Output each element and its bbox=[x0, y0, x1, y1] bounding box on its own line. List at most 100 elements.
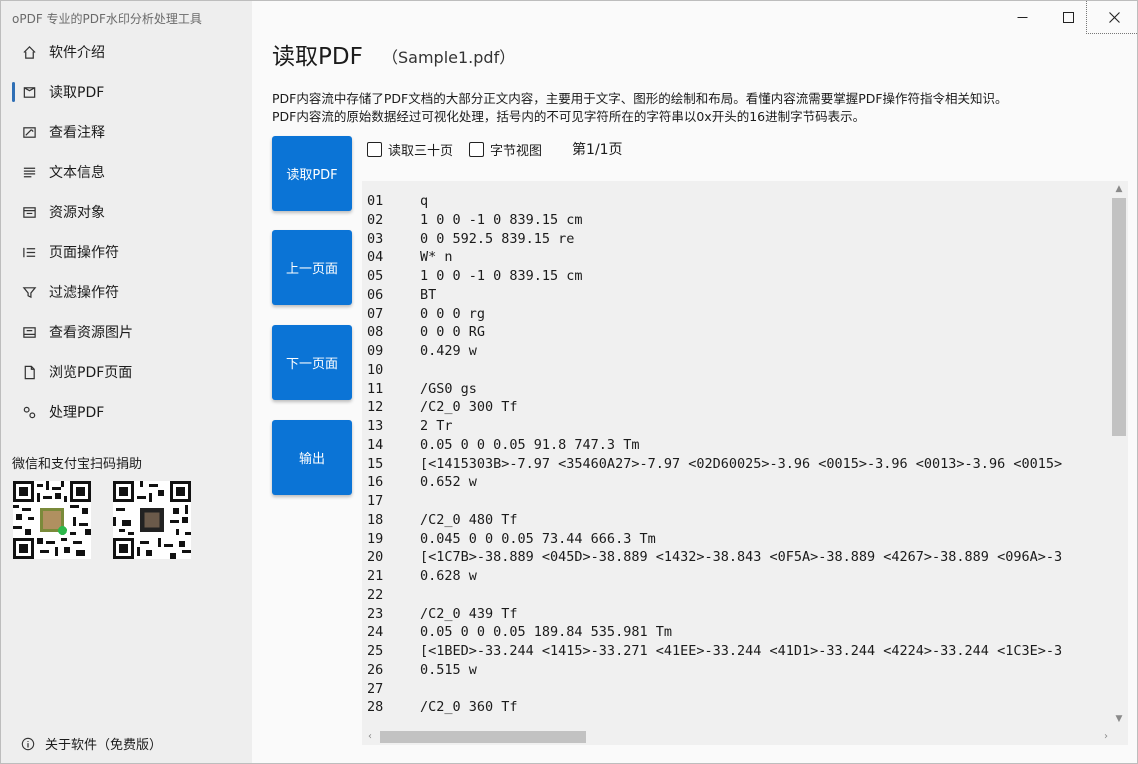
vertical-scrollbar[interactable]: ▲ ▼ bbox=[1110, 181, 1128, 727]
line-number: 19 bbox=[367, 530, 384, 547]
alipay-qr-code bbox=[113, 481, 191, 559]
prev-page-button[interactable]: 上一页面 bbox=[272, 230, 352, 305]
gear-icon bbox=[21, 404, 37, 420]
app-window: oPDF 专业的PDF水印分析处理工具 软件介绍 读取PDF 查看注释 文本信息… bbox=[0, 0, 1138, 764]
line-number: 21 bbox=[367, 568, 384, 584]
line-number: 01 bbox=[367, 193, 384, 209]
code-line: 01 q bbox=[367, 192, 1109, 211]
sidebar-item-resources[interactable]: 资源对象 bbox=[1, 192, 252, 232]
line-number: 24 bbox=[367, 624, 384, 641]
line-number: 07 bbox=[367, 305, 384, 322]
code-line: 03 0 0 592.5 839.15 re bbox=[367, 230, 1109, 249]
line-content: 0.628 w bbox=[420, 568, 477, 584]
line-content: 0.045 0 0 0.05 73.44 666.3 Tm bbox=[420, 530, 656, 547]
code-line: 08 0 0 0 RG bbox=[367, 323, 1109, 342]
sidebar-item-intro[interactable]: 软件介绍 bbox=[1, 32, 252, 72]
export-button[interactable]: 输出 bbox=[272, 420, 352, 495]
line-number: 10 bbox=[367, 361, 384, 378]
main-content: 读取PDF （Sample1.pdf） PDF内容流中存储了PDF文档的大部分正… bbox=[252, 1, 1137, 763]
code-line: 11/GS0 gs bbox=[367, 380, 1109, 399]
code-line: 24 0.05 0 0 0.05 189.84 535.981 Tm bbox=[367, 623, 1109, 642]
content-stream-viewer[interactable]: 01 q 02 1 0 0 -1 0 839.15 cm 03 0 0 592.5 839… bbox=[362, 181, 1128, 745]
scroll-left-icon[interactable]: ‹ bbox=[362, 727, 378, 745]
scroll-right-icon[interactable]: › bbox=[1098, 727, 1114, 745]
read-icon bbox=[21, 84, 37, 100]
line-number: 15 bbox=[367, 455, 384, 472]
code-line: 14 0.05 0 0 0.05 91.8 747.3 Tm bbox=[367, 436, 1109, 455]
minimize-button[interactable] bbox=[999, 1, 1045, 33]
line-content: 0.05 0 0 0.05 189.84 535.981 Tm bbox=[420, 624, 672, 641]
sidebar-item-process-pdf[interactable]: 处理PDF bbox=[1, 392, 252, 432]
code-line: 10 bbox=[367, 361, 1109, 380]
code-line: 06 BT bbox=[367, 286, 1109, 305]
horizontal-scroll-thumb[interactable] bbox=[380, 731, 586, 743]
vertical-scroll-thumb[interactable] bbox=[1112, 198, 1126, 436]
sidebar-item-label: 页面操作符 bbox=[49, 245, 119, 261]
code-line: 23/C2_0 439 Tf bbox=[367, 605, 1109, 624]
code-line: 25 [<1BED>-33.244 <1415>-33.271 <41EE>-33… bbox=[367, 642, 1109, 661]
line-number: 14 bbox=[367, 436, 384, 453]
horizontal-scrollbar[interactable]: ‹ › bbox=[362, 727, 1128, 745]
maximize-button[interactable] bbox=[1045, 1, 1091, 33]
resource-icon bbox=[21, 204, 37, 220]
line-content: 0.429 w bbox=[420, 343, 477, 359]
code-line: 20 [<1C7B>-38.889 <045D>-38.889 <1432>-38… bbox=[367, 548, 1109, 567]
scroll-up-icon[interactable]: ▲ bbox=[1110, 181, 1128, 197]
line-number: 20 bbox=[367, 549, 384, 566]
line-number: 04 bbox=[367, 249, 384, 266]
minimize-icon bbox=[1017, 16, 1027, 18]
description-line: PDF内容流的原始数据经过可视化处理，括号内的不可见字符所在的字符串以0x开头的… bbox=[272, 109, 866, 124]
line-number: 22 bbox=[367, 586, 384, 603]
line-content: 0 0 592.5 839.15 re bbox=[420, 230, 575, 247]
sidebar-item-text-info[interactable]: 文本信息 bbox=[1, 152, 252, 192]
sidebar-item-label: 处理PDF bbox=[49, 405, 105, 421]
line-content: 0 0 0 rg bbox=[420, 305, 486, 322]
code-line: 26 0.515 w bbox=[367, 661, 1109, 680]
line-content: 0.652 w bbox=[420, 474, 477, 491]
byte-view-checkbox[interactable]: 字节视图 bbox=[469, 140, 542, 159]
code-line: 22 bbox=[367, 586, 1109, 605]
read-thirty-pages-checkbox[interactable]: 读取三十页 bbox=[367, 140, 453, 159]
line-content: q bbox=[420, 193, 429, 209]
scroll-down-icon[interactable]: ▼ bbox=[1110, 711, 1128, 727]
code-line: 18/C2_0 480 Tf bbox=[367, 511, 1109, 530]
sidebar-item-annotations[interactable]: 查看注释 bbox=[1, 112, 252, 152]
next-page-button[interactable]: 下一页面 bbox=[272, 325, 352, 400]
line-number: 09 bbox=[367, 343, 384, 359]
line-number: 26 bbox=[367, 661, 384, 678]
line-content: [<1415303B>-7.97 <35460A27>-7.97 <02D600… bbox=[420, 455, 1063, 472]
sidebar-item-browse-pages[interactable]: 浏览PDF页面 bbox=[1, 352, 252, 392]
sidebar-item-label: 过滤操作符 bbox=[49, 285, 119, 301]
line-content: /C2_0 300 Tf bbox=[420, 399, 518, 416]
code-line: 04 W* n bbox=[367, 248, 1109, 267]
sidebar-item-resource-images[interactable]: 查看资源图片 bbox=[1, 312, 252, 352]
info-icon bbox=[21, 737, 35, 751]
sidebar-item-label: 浏览PDF页面 bbox=[49, 365, 133, 381]
text-icon bbox=[21, 164, 37, 180]
line-number: 05 bbox=[367, 268, 384, 284]
line-content: BT bbox=[420, 286, 437, 303]
code-line: 12/C2_0 300 Tf bbox=[367, 398, 1109, 417]
checkbox-box[interactable] bbox=[469, 141, 485, 157]
sidebar-item-label: 查看注释 bbox=[49, 125, 105, 141]
read-pdf-button[interactable]: 读取PDF bbox=[272, 136, 352, 211]
filter-icon bbox=[21, 284, 37, 300]
options-bar: 读取三十页 字节视图 第1/1页 bbox=[367, 139, 623, 159]
code-line: 28/C2_0 360 Tf bbox=[367, 698, 1109, 717]
checkbox-box[interactable] bbox=[367, 141, 382, 157]
line-number: 02 bbox=[367, 211, 384, 228]
checkbox-label: 读取三十页 bbox=[388, 143, 454, 159]
sidebar-item-page-operators[interactable]: 页面操作符 bbox=[1, 232, 252, 272]
sidebar-item-label: 读取PDF bbox=[49, 85, 105, 101]
about-software-link[interactable]: 关于软件（免费版） bbox=[21, 734, 162, 753]
page-indicator: 第1/1页 bbox=[572, 142, 623, 158]
line-content: /C2_0 360 Tf bbox=[420, 699, 518, 716]
sidebar-item-read-pdf[interactable]: 读取PDF bbox=[1, 72, 252, 112]
sidebar-item-filter-operators[interactable]: 过滤操作符 bbox=[1, 272, 252, 312]
maximize-icon bbox=[1062, 11, 1074, 23]
line-number: 11 bbox=[367, 380, 384, 397]
line-number: 03 bbox=[367, 230, 384, 247]
code-line: 16 0.652 w bbox=[367, 473, 1109, 492]
code-line: 02 1 0 0 -1 0 839.15 cm bbox=[367, 211, 1109, 230]
line-content: /C2_0 480 Tf bbox=[420, 511, 518, 528]
